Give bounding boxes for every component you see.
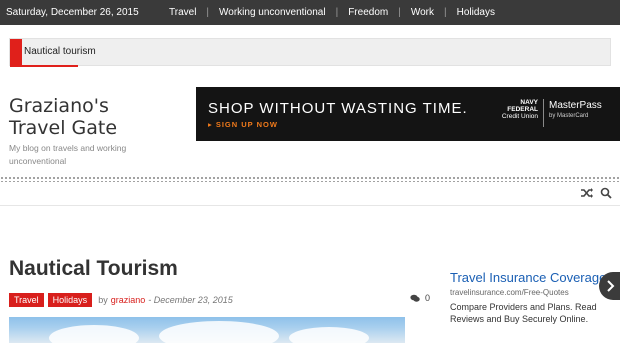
comment-count-value: 0 (425, 293, 431, 303)
post-author[interactable]: graziano (111, 295, 146, 305)
current-date: Saturday, December 26, 2015 (6, 7, 139, 18)
header-ad-banner[interactable]: SHOP WITHOUT WASTING TIME. ▸ SIGN UP NOW… (196, 87, 620, 141)
news-ticker: Nautical tourism (9, 38, 611, 67)
sidebar-ad-title[interactable]: Travel Insurance Coverage (450, 270, 620, 285)
search-icon[interactable] (600, 186, 614, 206)
top-bar: Saturday, December 26, 2015 Travel | Wor… (0, 0, 620, 25)
sidebar-ad-url: travelinsurance.com/Free-Quotes (450, 288, 569, 297)
post-date: - December 23, 2015 (148, 295, 233, 305)
navy-federal-logo: NAVY FEDERAL Credit Union (494, 99, 538, 120)
chevron-right-icon (607, 280, 615, 292)
post-featured-image[interactable] (9, 317, 405, 343)
tag-holidays[interactable]: Holidays (47, 293, 93, 307)
cloud (159, 321, 279, 343)
site-title[interactable]: Graziano's Travel Gate (9, 95, 189, 139)
ticker-link[interactable]: Nautical tourism (22, 39, 98, 65)
nav-item-holidays[interactable]: Holidays (447, 0, 505, 25)
logo-text: Credit Union (501, 113, 538, 120)
nav-item-freedom[interactable]: Freedom (338, 0, 398, 25)
logo-text: NAVY (520, 99, 538, 106)
masterpass-sub: by MasterCard (549, 113, 589, 119)
site-tagline: My blog on travels and working unconvent… (9, 143, 127, 166)
top-nav: Travel | Working unconventional | Freedo… (159, 0, 505, 25)
masterpass-logo: MasterPass (549, 100, 602, 111)
logo-text: FEDERAL (507, 106, 538, 113)
site-title-line1: Graziano's (9, 95, 109, 117)
site-title-line2: Travel Gate (9, 117, 118, 139)
shuffle-icon[interactable] (580, 186, 594, 206)
post-meta: Travel Holidays by graziano - December 2… (9, 293, 233, 307)
cloud (49, 325, 139, 343)
post-title[interactable]: Nautical Tourism (9, 257, 178, 281)
nav-item-working-unconventional[interactable]: Working unconventional (209, 0, 336, 25)
dotted-divider (0, 176, 620, 182)
ad-headline: SHOP WITHOUT WASTING TIME. (208, 100, 468, 117)
sidebar-ad[interactable]: Travel Insurance Coverage travelinsuranc… (450, 270, 620, 325)
cloud (289, 327, 369, 343)
nav-item-travel[interactable]: Travel (159, 0, 206, 25)
comment-icon (410, 294, 420, 302)
nav-item-work[interactable]: Work (401, 0, 444, 25)
tag-travel[interactable]: Travel (9, 293, 44, 307)
site-branding: Graziano's Travel Gate My blog on travel… (9, 95, 189, 168)
logo-divider (543, 99, 544, 127)
sidebar-ad-description: Compare Providers and Plans. Read Review… (450, 302, 597, 324)
byline-label: by (98, 295, 108, 305)
header-divider (0, 205, 620, 206)
ad-cta[interactable]: ▸ SIGN UP NOW (208, 120, 278, 129)
comment-count[interactable]: 0 (410, 293, 430, 303)
next-arrow-button[interactable] (599, 272, 620, 300)
